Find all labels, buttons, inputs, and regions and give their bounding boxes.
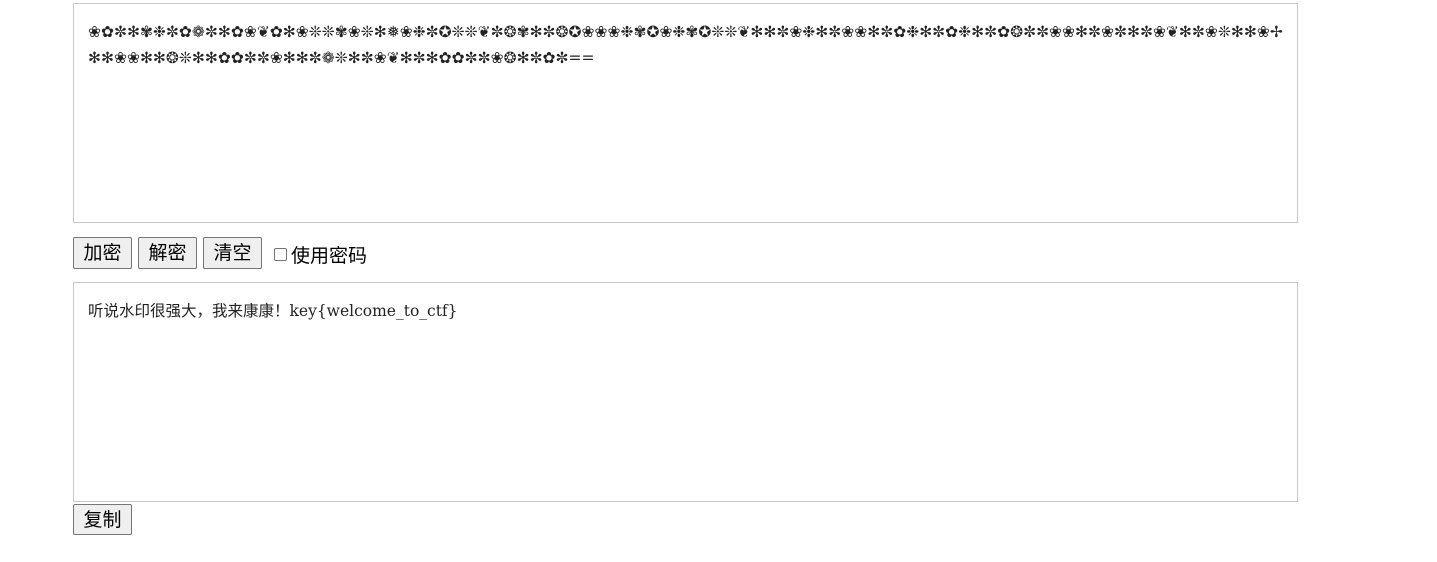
use-password-label: 使用密码 — [291, 244, 368, 267]
output-textarea[interactable]: 听说水印很强大，我来康康！key{welcome_to_ctf} — [73, 282, 1298, 502]
clear-button[interactable]: 清空 — [203, 237, 262, 269]
copy-button[interactable]: 复制 — [73, 504, 132, 535]
use-password-checkbox[interactable] — [274, 247, 287, 261]
decrypt-button[interactable]: 解密 — [138, 237, 197, 269]
input-textarea[interactable]: ❀✿✼✻✾❉✼✿❁✼✻✿❀❦✿✻❀❊❊✾❀❊✻❅❀❉✼✪❊❊❦✼❂✾✻✼❂✪❀❀… — [73, 3, 1298, 223]
use-password-option[interactable]: 使用密码 — [271, 240, 367, 268]
encrypt-button[interactable]: 加密 — [73, 237, 132, 269]
page: ❀✿✼✻✾❉✼✿❁✼✻✿❀❦✿✻❀❊❊✾❀❊✻❅❀❉✼✪❊❊❦✼❂✾✻✼❂✪❀❀… — [0, 0, 1437, 562]
